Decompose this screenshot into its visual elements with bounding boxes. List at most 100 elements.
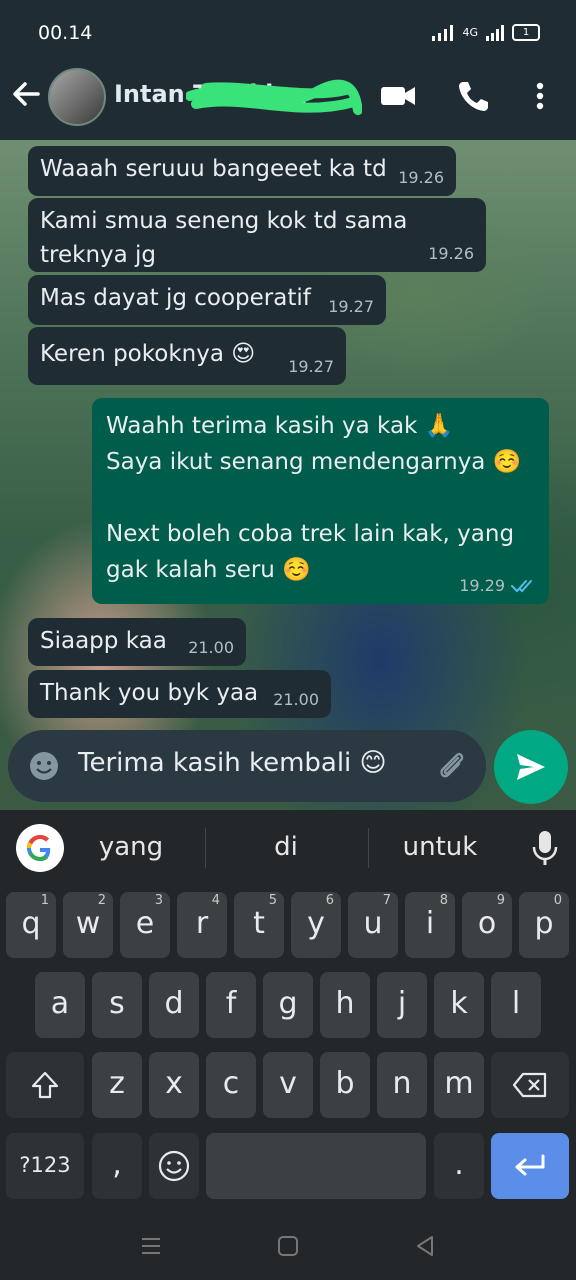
- suggestion-word[interactable]: untuk: [375, 832, 505, 862]
- message-incoming[interactable]: Mas dayat jg cooperatif 19.27: [28, 275, 386, 325]
- key-hint: 8: [439, 893, 448, 908]
- key-label: k: [450, 986, 468, 1021]
- message-text: Mas dayat jg cooperatif: [40, 285, 311, 311]
- suggestion-divider: [368, 828, 369, 868]
- key-label: s: [109, 986, 125, 1021]
- home-icon[interactable]: [277, 1235, 299, 1257]
- mic-icon[interactable]: [530, 828, 560, 868]
- key-label: m: [444, 1066, 474, 1101]
- key-t[interactable]: t5: [234, 892, 284, 958]
- phone-icon[interactable]: [454, 76, 494, 116]
- back-nav-icon[interactable]: [414, 1235, 436, 1257]
- key-v[interactable]: v: [263, 1052, 313, 1118]
- key-q[interactable]: q1: [6, 892, 56, 958]
- message-text: Keren pokoknya 😍: [40, 341, 256, 367]
- key-s[interactable]: s: [92, 972, 142, 1038]
- key-label: w: [75, 906, 101, 941]
- message-incoming[interactable]: Waaah seruuu bangeeet ka td 19.26: [28, 146, 456, 196]
- key-o[interactable]: o9: [462, 892, 512, 958]
- battery-level: 1: [522, 27, 530, 38]
- key-label: ?123: [19, 1153, 71, 1177]
- recents-icon[interactable]: [140, 1236, 162, 1256]
- key-l[interactable]: l: [491, 972, 541, 1038]
- key-d[interactable]: d: [149, 972, 199, 1038]
- attach-icon[interactable]: [434, 748, 468, 782]
- message-text: Waahh terima kasih ya kak 🙏 Saya ikut se…: [106, 413, 522, 583]
- key-label: t: [253, 906, 265, 941]
- message-outgoing[interactable]: Waahh terima kasih ya kak 🙏 Saya ikut se…: [92, 398, 549, 604]
- message-incoming[interactable]: Siaapp kaa 21.00: [28, 618, 246, 666]
- key-i[interactable]: i8: [405, 892, 455, 958]
- key-z[interactable]: z: [92, 1052, 142, 1118]
- key-label: q: [21, 906, 41, 941]
- message-time: 19.26: [428, 244, 474, 263]
- suggestion-word[interactable]: di: [221, 832, 351, 862]
- key-label: j: [397, 986, 407, 1021]
- key-j[interactable]: j: [377, 972, 427, 1038]
- message-input[interactable]: Terima kasih kembali 😊: [78, 748, 387, 778]
- space-key[interactable]: [206, 1133, 426, 1199]
- network-type: 4G: [462, 26, 478, 39]
- more-vert-icon[interactable]: [520, 76, 560, 116]
- backspace-key[interactable]: [491, 1052, 569, 1118]
- message-text: Kami smua seneng kok td sama treknya jg: [40, 208, 415, 268]
- key-w[interactable]: w2: [63, 892, 113, 958]
- key-r[interactable]: r4: [177, 892, 227, 958]
- key-b[interactable]: b: [320, 1052, 370, 1118]
- key-hint: 9: [496, 893, 505, 908]
- key-label: v: [279, 1066, 297, 1101]
- suggestion-strip: yang di untuk: [0, 810, 576, 884]
- key-h[interactable]: h: [320, 972, 370, 1038]
- key-g[interactable]: g: [263, 972, 313, 1038]
- key-a[interactable]: a: [35, 972, 85, 1038]
- key-label: y: [307, 906, 325, 941]
- message-time: 19.26: [398, 168, 444, 187]
- message-incoming[interactable]: Keren pokoknya 😍 19.27: [28, 327, 346, 385]
- message-incoming[interactable]: Thank you byk yaa 21.00: [28, 670, 331, 718]
- key-hint: 3: [154, 893, 163, 908]
- video-call-icon[interactable]: [378, 76, 418, 116]
- chat-area[interactable]: Waaah seruuu bangeeet ka td 19.26 Kami s…: [0, 140, 576, 810]
- key-label: i: [425, 906, 435, 941]
- message-text: Waaah seruuu bangeeet ka td: [40, 156, 387, 182]
- key-label: ,: [112, 1147, 122, 1182]
- key-m[interactable]: m: [434, 1052, 484, 1118]
- key-hint: 4: [211, 893, 220, 908]
- enter-key[interactable]: [491, 1133, 569, 1199]
- key-c[interactable]: c: [206, 1052, 256, 1118]
- message-time: 21.00: [273, 690, 319, 709]
- back-arrow-icon[interactable]: [10, 74, 42, 114]
- period-key[interactable]: .: [434, 1133, 484, 1199]
- emoji-icon[interactable]: [28, 750, 60, 782]
- message-composer[interactable]: Terima kasih kembali 😊: [8, 730, 486, 802]
- key-k[interactable]: k: [434, 972, 484, 1038]
- key-label: u: [363, 906, 383, 941]
- symbols-key[interactable]: ?123: [6, 1133, 84, 1199]
- key-u[interactable]: u7: [348, 892, 398, 958]
- status-time: 00.14: [38, 22, 93, 44]
- shift-key[interactable]: [6, 1052, 84, 1118]
- send-button[interactable]: [494, 730, 568, 804]
- key-f[interactable]: f: [206, 972, 256, 1038]
- emoji-key[interactable]: [149, 1133, 199, 1199]
- key-p[interactable]: p0: [519, 892, 569, 958]
- comma-key[interactable]: ,: [92, 1133, 142, 1199]
- message-time: 19.27: [328, 297, 374, 316]
- key-label: .: [454, 1147, 464, 1182]
- contact-avatar[interactable]: [48, 68, 106, 126]
- key-y[interactable]: y6: [291, 892, 341, 958]
- signal-icon: [486, 24, 504, 41]
- key-e[interactable]: e3: [120, 892, 170, 958]
- suggestion-word[interactable]: yang: [66, 832, 196, 862]
- key-x[interactable]: x: [149, 1052, 199, 1118]
- message-incoming[interactable]: Kami smua seneng kok td sama treknya jg …: [28, 198, 486, 272]
- key-hint: 6: [325, 893, 334, 908]
- key-n[interactable]: n: [377, 1052, 427, 1118]
- battery-icon: 1: [512, 24, 540, 41]
- google-icon[interactable]: [16, 824, 64, 872]
- key-label: z: [109, 1066, 125, 1101]
- read-receipt-icon: [511, 580, 532, 593]
- key-label: r: [195, 906, 209, 941]
- shift-icon: [31, 1071, 59, 1099]
- google-logo: [27, 835, 51, 861]
